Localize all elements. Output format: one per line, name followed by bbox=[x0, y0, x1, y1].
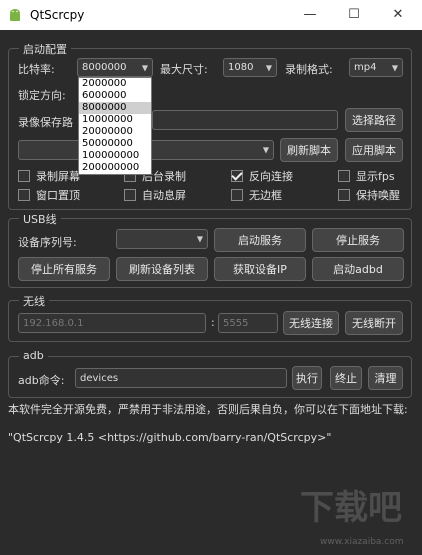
start-config-label: 启动配置 bbox=[19, 41, 71, 57]
window-top-label: 窗口置顶 bbox=[36, 189, 80, 202]
chevron-down-icon: ▼ bbox=[141, 63, 148, 72]
get-device-ip-button[interactable]: 获取设备IP bbox=[214, 257, 306, 281]
record-path-input[interactable] bbox=[152, 110, 338, 130]
bitrate-value: 8000000 bbox=[82, 62, 127, 73]
execute-button[interactable]: 执行 bbox=[292, 366, 322, 390]
start-adbd-button[interactable]: 启动adbd bbox=[312, 257, 404, 281]
start-service-button[interactable]: 启动服务 bbox=[214, 228, 306, 252]
close-button[interactable]: ✕ bbox=[378, 4, 418, 26]
chevron-down-icon: ▼ bbox=[196, 234, 203, 244]
stop-all-services-button[interactable]: 停止所有服务 bbox=[18, 257, 110, 281]
maximize-button[interactable]: ☐ bbox=[334, 4, 374, 26]
record-format-label: 录制格式: bbox=[285, 63, 333, 76]
keep-awake-label: 保持唤醒 bbox=[356, 189, 400, 202]
window-top-checkbox[interactable]: 窗口置顶 bbox=[18, 187, 80, 203]
wireless-connect-button[interactable]: 无线连接 bbox=[283, 311, 339, 335]
serial-select[interactable]: ▼ bbox=[116, 229, 208, 249]
serial-label: 设备序列号: bbox=[18, 236, 77, 249]
record-path-label: 录像保存路 bbox=[18, 116, 73, 129]
chevron-down-icon: ▼ bbox=[265, 63, 272, 72]
adb-group-label: adb bbox=[19, 349, 48, 362]
record-screen-label: 录制屏幕 bbox=[36, 170, 80, 183]
auto-screen-off-label: 自动息屏 bbox=[142, 189, 186, 202]
title-bar: QtScrcpy — ☐ ✕ bbox=[0, 0, 422, 30]
show-fps-checkbox[interactable]: 显示fps bbox=[338, 168, 395, 184]
wireless-group-label: 无线 bbox=[19, 293, 49, 309]
max-size-select[interactable]: 1080 ▼ bbox=[223, 58, 277, 77]
select-path-button[interactable]: 选择路径 bbox=[345, 108, 403, 132]
frameless-checkbox[interactable]: 无边框 bbox=[231, 187, 282, 203]
usb-group-label: USB线 bbox=[19, 211, 61, 227]
android-icon bbox=[10, 9, 20, 21]
refresh-devices-button[interactable]: 刷新设备列表 bbox=[116, 257, 208, 281]
clear-button[interactable]: 清理 bbox=[368, 366, 403, 390]
bitrate-select[interactable]: 8000000 ▼ bbox=[77, 58, 153, 77]
port-separator: : bbox=[211, 316, 215, 329]
bitrate-option[interactable]: 2000000 bbox=[79, 78, 151, 90]
refresh-script-button[interactable]: 刷新脚本 bbox=[280, 138, 338, 162]
keep-awake-checkbox[interactable]: 保持唤醒 bbox=[338, 187, 400, 203]
bitrate-option[interactable]: 50000000 bbox=[79, 138, 151, 150]
lock-direction-label: 锁定方向: bbox=[18, 89, 66, 102]
adb-command-label: adb命令: bbox=[18, 374, 65, 387]
record-format-value: mp4 bbox=[354, 62, 377, 73]
bitrate-option[interactable]: 20000000 bbox=[79, 126, 151, 138]
log-line-1: 本软件完全开源免费，严禁用于非法用途，否则后果自负，你可以在下面地址下载: bbox=[8, 403, 408, 416]
bitrate-option[interactable]: 10000000 bbox=[79, 114, 151, 126]
max-size-value: 1080 bbox=[228, 62, 254, 73]
reverse-connect-label: 反向连接 bbox=[249, 170, 293, 183]
bitrate-option[interactable]: 100000000 bbox=[79, 150, 151, 162]
port-input[interactable]: 5555 bbox=[218, 313, 278, 333]
terminate-button[interactable]: 终止 bbox=[330, 366, 362, 390]
bitrate-label: 比特率: bbox=[18, 63, 55, 76]
reverse-connect-checkbox[interactable]: 反向连接 bbox=[231, 168, 293, 184]
window-title: QtScrcpy bbox=[30, 8, 85, 22]
wireless-disconnect-button[interactable]: 无线断开 bbox=[345, 311, 403, 335]
ip-input[interactable]: 192.168.0.1 bbox=[18, 313, 206, 333]
bitrate-option[interactable]: 200000000 bbox=[79, 162, 151, 174]
show-fps-label: 显示fps bbox=[356, 170, 395, 183]
frameless-label: 无边框 bbox=[249, 189, 282, 202]
stop-service-button[interactable]: 停止服务 bbox=[312, 228, 404, 252]
minimize-button[interactable]: — bbox=[290, 4, 330, 26]
adb-command-input[interactable]: devices bbox=[75, 368, 287, 388]
chevron-down-icon: ▼ bbox=[262, 145, 269, 155]
log-line-2: "QtScrcpy 1.4.5 <https://github.com/barr… bbox=[8, 431, 332, 444]
bitrate-option-selected[interactable]: 8000000 bbox=[79, 102, 151, 114]
bitrate-option[interactable]: 6000000 bbox=[79, 90, 151, 102]
watermark-url: www.xiazaiba.com bbox=[320, 537, 404, 547]
chevron-down-icon: ▼ bbox=[391, 63, 398, 72]
apply-script-button[interactable]: 应用脚本 bbox=[345, 138, 403, 162]
auto-screen-off-checkbox[interactable]: 自动息屏 bbox=[124, 187, 186, 203]
max-size-label: 最大尺寸: bbox=[160, 63, 208, 76]
record-screen-checkbox[interactable]: 录制屏幕 bbox=[18, 168, 80, 184]
bitrate-dropdown-list[interactable]: 2000000 6000000 8000000 10000000 2000000… bbox=[78, 77, 152, 175]
record-format-select[interactable]: mp4 ▼ bbox=[349, 58, 403, 77]
